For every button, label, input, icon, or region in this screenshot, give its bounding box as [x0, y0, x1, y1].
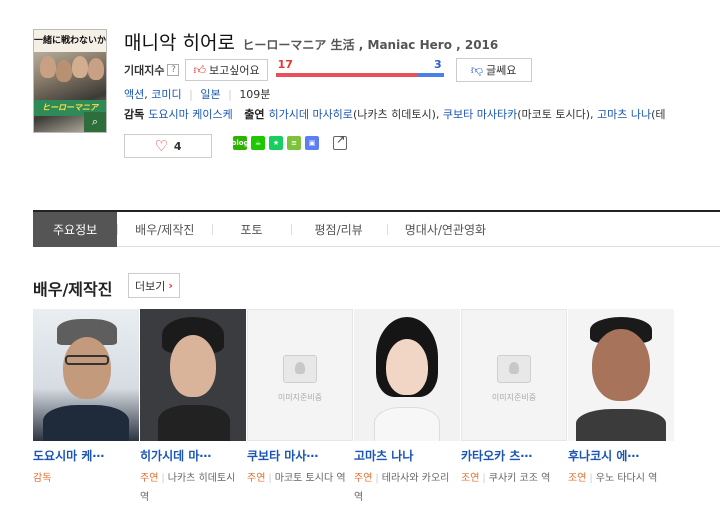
genre-link[interactable]: 액션 — [124, 88, 144, 101]
person-photo[interactable] — [140, 309, 246, 441]
poster-face — [88, 58, 104, 80]
title-main: 매니악 히어로 — [124, 32, 235, 54]
person-role: 주연 | 나카츠 히데토시 역 — [140, 473, 236, 503]
tab-photo[interactable]: 포토 — [212, 212, 290, 247]
blog-share-icon[interactable]: blog — [231, 136, 249, 150]
bookmark-share-icon[interactable]: ★ — [269, 136, 283, 150]
runtime: 109분 — [239, 88, 271, 101]
cast-label: 출연 — [244, 108, 265, 121]
director-label: 감독 — [124, 108, 145, 121]
search-icon[interactable]: ⌕ — [84, 112, 106, 132]
not-sure-button[interactable]: 👎︎ 글쎄요 — [455, 58, 532, 82]
tab-reviews[interactable]: 평점/리뷰 — [290, 212, 387, 247]
cast-card[interactable]: 히가시데 마⋯ 주연 | 나카츠 히데토시 역 — [140, 309, 246, 507]
favorite-count: 4 — [173, 139, 182, 153]
person-photo-placeholder[interactable]: 이미지준비중 — [461, 309, 567, 441]
person-photo-placeholder[interactable]: 이미지준비중 — [247, 309, 353, 441]
cast-card[interactable]: 이미지준비중 쿠보타 마사⋯ 주연 | 마코토 토시다 역 — [247, 309, 353, 507]
country-link[interactable]: 일본 — [200, 88, 220, 101]
rating-bar: 17 3 — [275, 58, 444, 81]
not-sure-label: 글쎄요 — [486, 64, 517, 77]
thumbs-down-icon: 👎︎ — [470, 62, 484, 77]
person-photo[interactable] — [33, 309, 139, 441]
shortcut-share-icon[interactable]: ▣ — [305, 136, 319, 150]
share-icons: blog ☕ ★ ≡ ▣ — [231, 133, 347, 150]
heart-icon: ♡ — [154, 136, 168, 155]
memo-share-icon[interactable]: ≡ — [287, 136, 301, 150]
person-role: 조연 | 쿠사키 코조 역 — [461, 473, 551, 484]
rating-label: 기대지수 — [124, 64, 165, 77]
genre-link[interactable]: 코미디 — [151, 88, 181, 101]
more-label: 더보기 — [135, 279, 166, 293]
dislike-count: 3 — [433, 58, 442, 71]
genre-row: 액션, 코미디 | 일본 | 109분 — [124, 88, 271, 101]
chevron-right-icon: › — [168, 279, 173, 292]
person-name[interactable]: 쿠보타 마사⋯ — [247, 447, 353, 464]
want-to-see-label: 보고싶어요 — [209, 64, 260, 77]
cast-link[interactable]: 쿠보타 마사타카 — [443, 108, 517, 121]
rating-bar-track — [275, 73, 444, 77]
help-icon[interactable]: ? — [167, 64, 180, 76]
cast-role: (테 — [651, 108, 666, 121]
cast-link[interactable]: 고마츠 나나 — [597, 108, 651, 121]
person-name[interactable]: 히가시데 마⋯ — [140, 447, 246, 464]
poster-title-text: 一緒に戦わないか — [34, 30, 106, 52]
director-link[interactable]: 도요시마 케이스케 — [148, 108, 232, 121]
person-name[interactable]: 고마츠 나나 — [354, 447, 460, 464]
cast-card[interactable]: 고마츠 나나 주연 | 테라사와 카오리 역 — [354, 309, 460, 507]
tab-bar: 주요정보 배우/제작진 포토 평점/리뷰 명대사/연관영화 — [33, 210, 720, 247]
cast-card[interactable]: 이미지준비중 카타오카 츠⋯ 조연 | 쿠사키 코조 역 — [461, 309, 567, 507]
person-role: 주연 | 마코토 토시다 역 — [247, 473, 346, 484]
cast-role: (나카츠 히데토시), — [352, 108, 443, 121]
external-share-icon[interactable] — [333, 133, 347, 150]
person-role: 감독 — [33, 473, 52, 484]
rating-row: 기대지수 ? 👍︎ 보고싶어요 17 3 👎︎ 글쎄요 — [124, 58, 532, 82]
cast-list: 도요시마 케⋯ 감독 히가시데 마⋯ 주연 | 나카츠 히데토시 역 이미지준비중 … — [33, 309, 675, 507]
person-photo[interactable] — [354, 309, 460, 441]
want-to-see-button[interactable]: 👍︎ 보고싶어요 — [185, 59, 268, 81]
movie-poster[interactable]: 一緒に戦わないか ヒーローマニア ⌕ — [33, 29, 107, 133]
cast-role: (마코토 토시다), — [517, 108, 597, 121]
person-photo[interactable] — [568, 309, 674, 441]
person-role: 주연 | 테라사와 카오리 역 — [354, 473, 450, 503]
person-role: 조연 | 우노 타다시 역 — [568, 473, 658, 484]
poster-face — [56, 60, 72, 82]
thumbs-up-icon: 👍︎ — [193, 62, 207, 77]
no-image-icon — [283, 355, 317, 383]
poster-face — [72, 56, 88, 78]
like-count: 17 — [277, 58, 293, 71]
cast-card[interactable]: 후나코시 에⋯ 조연 | 우노 타다시 역 — [568, 309, 674, 507]
tab-main-info[interactable]: 주요정보 — [33, 212, 118, 247]
person-name[interactable]: 후나코시 에⋯ — [568, 447, 674, 464]
title-sub: ヒーローマニア 生活 , Maniac Hero , 2016 — [242, 38, 499, 52]
cast-link[interactable]: 히가시데 마사히로 — [268, 108, 352, 121]
no-image-text: 이미지준비중 — [277, 393, 323, 402]
credits-row: 감독 도요시마 케이스케 출연 히가시데 마사히로(나카츠 히데토시), 쿠보타 마… — [124, 106, 666, 122]
cafe-share-icon[interactable]: ☕ — [251, 136, 265, 150]
no-image-text: 이미지준비중 — [491, 393, 537, 402]
section-title: 배우/제작진 — [33, 280, 113, 299]
more-button[interactable]: 더보기 › — [128, 273, 180, 298]
tab-cast-crew[interactable]: 배우/제작진 — [117, 212, 212, 247]
cast-card[interactable]: 도요시마 케⋯ 감독 — [33, 309, 139, 507]
rating-bar-fill — [275, 73, 419, 77]
tab-quotes-related[interactable]: 명대사/연관영화 — [386, 212, 504, 247]
poster-face — [40, 56, 56, 78]
person-name[interactable]: 도요시마 케⋯ — [33, 447, 139, 464]
person-name[interactable]: 카타오카 츠⋯ — [461, 447, 567, 464]
movie-title: 매니악 히어로 ヒーローマニア 生活 , Maniac Hero , 2016 — [124, 28, 498, 55]
no-image-icon — [497, 355, 531, 383]
favorite-button[interactable]: ♡ 4 — [124, 134, 212, 158]
